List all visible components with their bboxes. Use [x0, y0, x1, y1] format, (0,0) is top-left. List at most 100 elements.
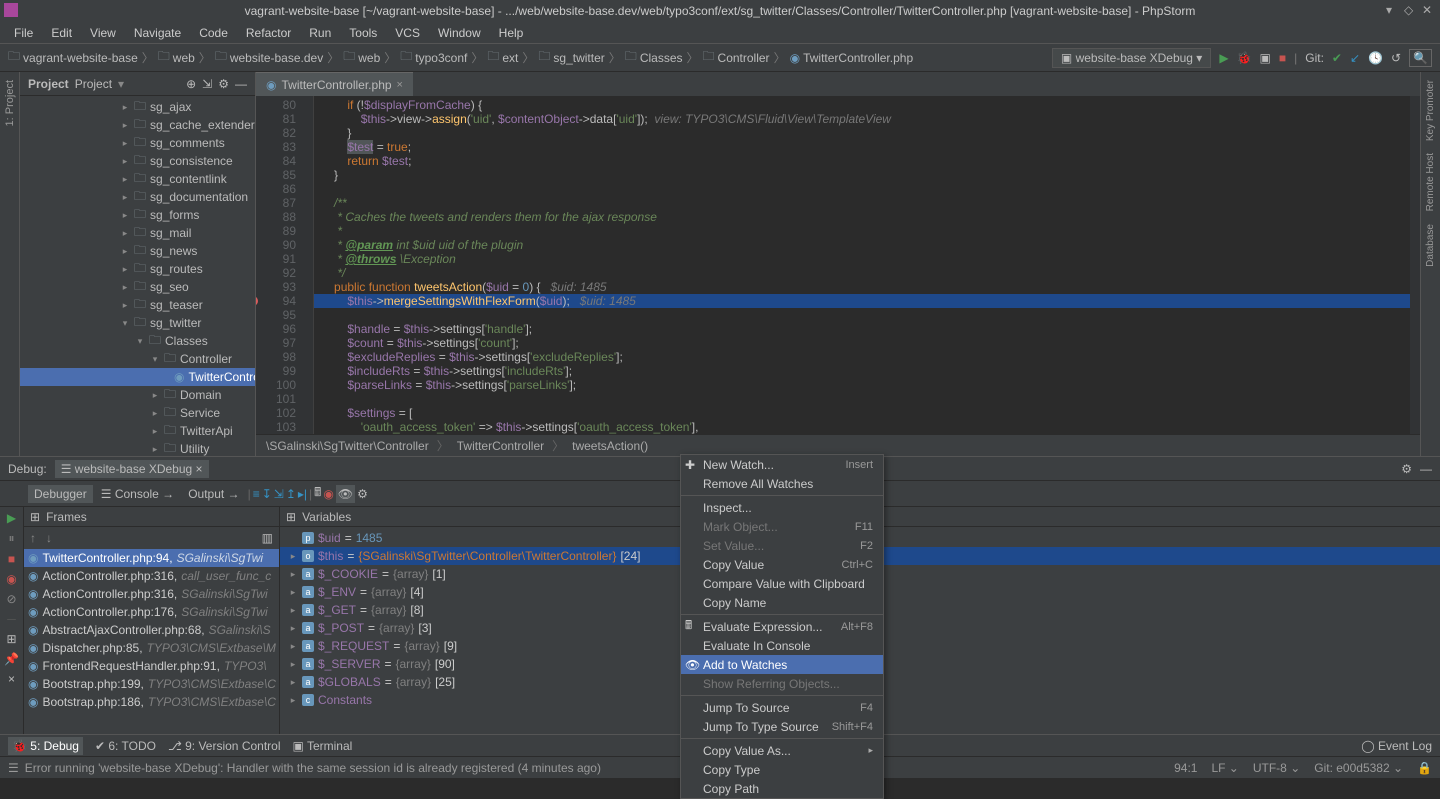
menu-run[interactable]: Run — [301, 24, 339, 42]
tree-item[interactable]: ▸🗀 sg_contentlink — [20, 170, 255, 188]
coverage-icon[interactable]: ▣ — [1260, 51, 1271, 65]
ctx-evaluate-in-console[interactable]: Evaluate In Console — [681, 636, 883, 655]
run-icon[interactable]: ▶ — [1219, 51, 1228, 65]
tool-remotehost-tab[interactable]: Remote Host — [1425, 153, 1436, 211]
vcs-revert-icon[interactable]: ↺ — [1391, 51, 1401, 65]
git-branch[interactable]: Git: e00d5382 ⌄ — [1314, 761, 1403, 775]
stop-icon[interactable]: ■ — [1279, 51, 1286, 65]
breadcrumb-item[interactable]: 🗀 typo3conf — [400, 47, 467, 68]
tree-item[interactable]: ▸🗀 Utility — [20, 440, 255, 456]
tree-item[interactable]: ▸🗀 sg_news — [20, 242, 255, 260]
resume-icon[interactable]: ▶ — [7, 511, 16, 525]
menu-window[interactable]: Window — [430, 24, 489, 42]
frame-item[interactable]: ◉ Dispatcher.php:85, TYPO3\CMS\Extbase\M — [24, 639, 279, 657]
gear-icon[interactable]: ⚙ — [1401, 462, 1412, 476]
fold-strip[interactable] — [302, 96, 314, 434]
locate-icon[interactable]: ⊕ — [186, 77, 196, 91]
tree-item[interactable]: ▸🗀 sg_mail — [20, 224, 255, 242]
restore-layout-icon[interactable]: ⊞ — [6, 632, 16, 646]
close-icon[interactable]: × — [8, 672, 15, 686]
lock-icon[interactable]: 🔒 — [1417, 761, 1432, 775]
gear-icon[interactable]: ⚙ — [218, 77, 229, 91]
tree-item[interactable]: ▾🗀 Classes — [20, 332, 255, 350]
step-out-icon[interactable]: ↥ — [286, 487, 296, 501]
hide-icon[interactable]: — — [235, 77, 247, 91]
collapse-icon[interactable]: ⇲ — [202, 77, 212, 91]
breadcrumb-item[interactable]: 🗀 Classes — [625, 47, 683, 68]
breadcrumb-item[interactable]: ◉ TwitterController.php — [790, 51, 914, 65]
breadcrumb-item[interactable]: 🗀 sg_twitter — [538, 47, 604, 68]
menu-edit[interactable]: Edit — [43, 24, 80, 42]
frame-item[interactable]: ◉ Bootstrap.php:186, TYPO3\CMS\Extbase\C — [24, 693, 279, 711]
next-frame-icon[interactable]: ↓ — [46, 531, 52, 545]
frame-item[interactable]: ◉ TwitterController.php:94, SGalinski\Sg… — [24, 549, 279, 567]
debug-icon[interactable]: 🐞 — [1237, 51, 1252, 65]
breadcrumb-item[interactable]: 🗀 web — [158, 47, 195, 68]
menu-view[interactable]: View — [82, 24, 124, 42]
vcs-history-icon[interactable]: 🕓 — [1368, 51, 1383, 65]
minimize-icon[interactable]: ▾ — [1386, 3, 1398, 15]
tree-item[interactable]: ▸🗀 sg_routes — [20, 260, 255, 278]
menu-file[interactable]: File — [6, 24, 41, 42]
frame-item[interactable]: ◉ AbstractAjaxController.php:68, SGalins… — [24, 621, 279, 639]
ctx-jump-to-type-source[interactable]: Jump To Type SourceShift+F4 — [681, 717, 883, 736]
tree-item[interactable]: ▸🗀 sg_comments — [20, 134, 255, 152]
ctx-copy-path[interactable]: Copy Path — [681, 779, 883, 798]
frame-item[interactable]: ◉ ActionController.php:316, call_user_fu… — [24, 567, 279, 585]
tool--debug[interactable]: 🐞 5: Debug — [8, 737, 83, 755]
breadcrumb-item[interactable]: 🗀 web — [343, 47, 380, 68]
watches-icon[interactable]: 👁 — [336, 485, 355, 503]
tree-item[interactable]: ▸🗀 Service — [20, 404, 255, 422]
editor-tab[interactable]: ◉ TwitterController.php × — [256, 72, 413, 96]
stop-icon[interactable]: ■ — [8, 552, 15, 566]
console-tab[interactable]: ☰ Console → — [95, 485, 180, 503]
ctx-evaluate-expression-[interactable]: 🖩Evaluate Expression...Alt+F8 — [681, 617, 883, 636]
tree-item[interactable]: ▸🗀 sg_consistence — [20, 152, 255, 170]
menu-help[interactable]: Help — [491, 24, 532, 42]
ctx-copy-value[interactable]: Copy ValueCtrl+C — [681, 555, 883, 574]
step-into-icon[interactable]: ↧ — [262, 487, 272, 501]
tree-item[interactable]: ▸🗀 sg_cache_extender — [20, 116, 255, 134]
tree-item[interactable]: ▾🗀 Controller — [20, 350, 255, 368]
tree-item[interactable]: ◉ TwitterController — [20, 368, 255, 386]
caret-position[interactable]: 94:1 — [1174, 761, 1197, 775]
frame-item[interactable]: ◉ Bootstrap.php:199, TYPO3\CMS\Extbase\C — [24, 675, 279, 693]
tool--version-control[interactable]: ⎇ 9: Version Control — [168, 739, 281, 753]
frame-item[interactable]: ◉ FrontendRequestHandler.php:91, TYPO3\ — [24, 657, 279, 675]
view-bp-icon[interactable]: ◉ — [6, 572, 16, 586]
menu-tools[interactable]: Tools — [341, 24, 385, 42]
vcs-commit-icon[interactable]: ↙ — [1350, 51, 1360, 65]
ctx-copy-value-as-[interactable]: Copy Value As...▸ — [681, 741, 883, 760]
line-ending[interactable]: LF ⌄ — [1211, 761, 1238, 775]
force-step-into-icon[interactable]: ⇲ — [274, 487, 284, 501]
tool-project-tab[interactable]: 1: Project — [4, 80, 16, 126]
tree-item[interactable]: ▸🗀 sg_teaser — [20, 296, 255, 314]
close-icon[interactable]: ✕ — [1422, 3, 1434, 15]
menu-code[interactable]: Code — [191, 24, 236, 42]
tree-item[interactable]: ▸🗀 sg_documentation — [20, 188, 255, 206]
tab-close-icon[interactable]: × — [397, 79, 403, 91]
menu-navigate[interactable]: Navigate — [126, 24, 189, 42]
menu-refactor[interactable]: Refactor — [238, 24, 299, 42]
gutter[interactable]: 8081828384858687888990919293949596979899… — [256, 96, 302, 434]
error-stripe[interactable] — [1410, 96, 1420, 434]
run-to-cursor-icon[interactable]: ▸| — [298, 487, 307, 501]
breadcrumb-item[interactable]: 🗀 ext — [487, 47, 518, 68]
ctx-remove-all-watches[interactable]: Remove All Watches — [681, 474, 883, 493]
tree-item[interactable]: ▸🗀 TwitterApi — [20, 422, 255, 440]
tree-item[interactable]: ▸🗀 sg_forms — [20, 206, 255, 224]
ctx-copy-type[interactable]: Copy Type — [681, 760, 883, 779]
run-config-selector[interactable]: ▣ website-base XDebug ▾ — [1052, 48, 1211, 68]
debug-config-tab[interactable]: ☰ website-base XDebug × — [55, 460, 209, 478]
encoding[interactable]: UTF-8 ⌄ — [1253, 761, 1300, 775]
frame-item[interactable]: ◉ ActionController.php:176, SGalinski\Sg… — [24, 603, 279, 621]
tool-terminal[interactable]: ▣ Terminal — [293, 739, 353, 753]
status-icon[interactable]: ☰ — [8, 761, 19, 775]
menu-vcs[interactable]: VCS — [387, 24, 428, 42]
settings-icon[interactable]: ⚙ — [357, 487, 368, 501]
code-editor[interactable]: if (!$displayFromCache) { $this->view->a… — [314, 96, 1410, 434]
tree-item[interactable]: ▾🗀 sg_twitter — [20, 314, 255, 332]
frame-item[interactable]: ◉ ActionController.php:316, SGalinski\Sg… — [24, 585, 279, 603]
search-icon[interactable]: 🔍 — [1409, 49, 1432, 67]
ctx-inspect-[interactable]: Inspect... — [681, 498, 883, 517]
